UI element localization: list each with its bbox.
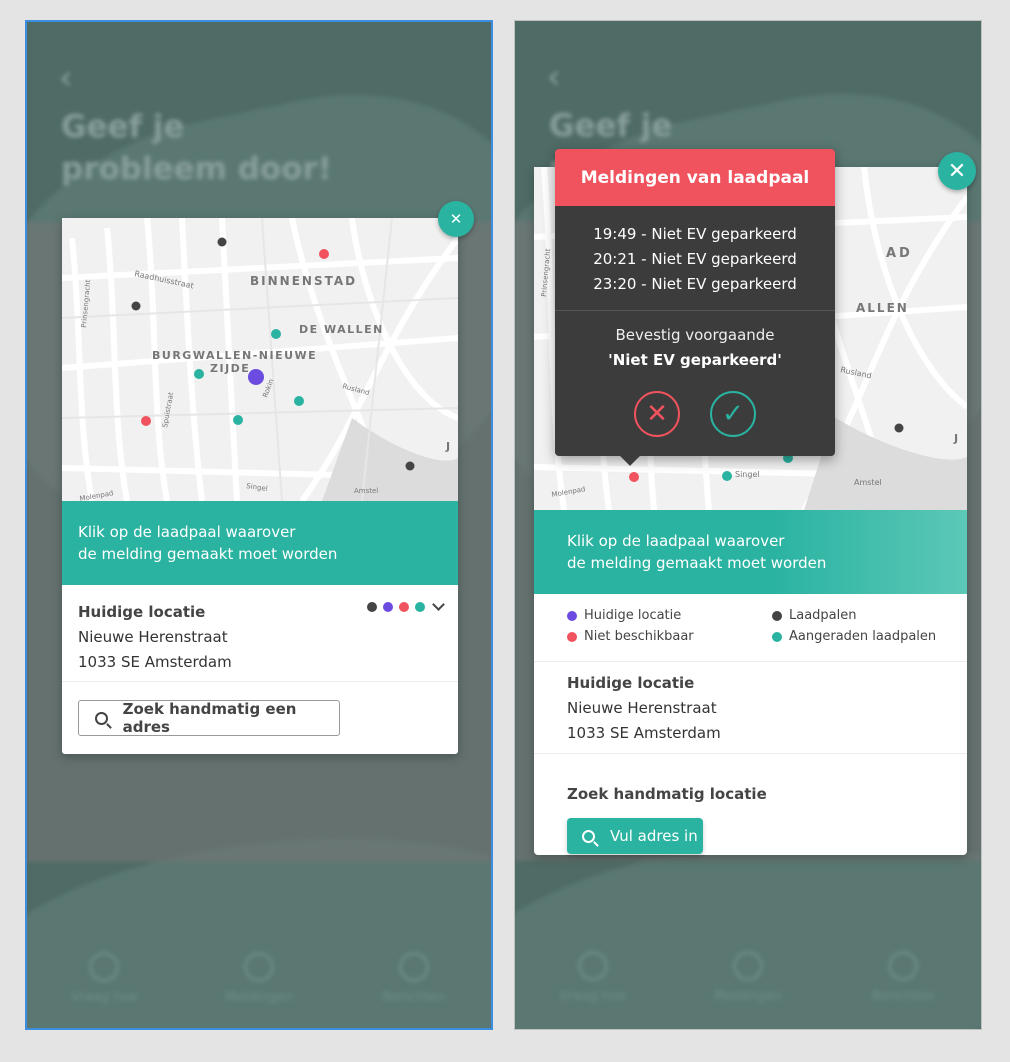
map-label: ALLEN bbox=[856, 301, 909, 315]
legend-dot bbox=[367, 602, 377, 612]
check-icon: ✓ bbox=[722, 399, 744, 429]
map-label: AD bbox=[886, 246, 913, 261]
recommended-marker bbox=[194, 369, 204, 379]
nav-icon bbox=[243, 952, 274, 982]
close-icon: ✕ bbox=[947, 158, 967, 184]
confirm-actions: ✕ ✓ bbox=[555, 391, 835, 437]
unavailable-marker bbox=[629, 472, 639, 482]
legend-item: Niet beschikbaar bbox=[567, 629, 772, 644]
nav-icon bbox=[888, 951, 919, 981]
location-card: BINNENSTAD DE WALLEN BURGWALLEN-NIEUWE Z… bbox=[62, 218, 458, 754]
legend-dot bbox=[399, 602, 409, 612]
legend-item: Aangeraden laadpalen bbox=[772, 629, 947, 644]
nav-icon bbox=[732, 951, 763, 981]
legend-dot bbox=[772, 610, 782, 621]
svg-text:Singel: Singel bbox=[735, 470, 760, 479]
legend-dot bbox=[567, 631, 577, 642]
recommended-marker bbox=[233, 415, 243, 425]
nav-icon bbox=[577, 951, 608, 981]
manual-search-title: Zoek handmatig locatie bbox=[567, 785, 767, 803]
legend-item: Huidige locatie bbox=[567, 608, 772, 623]
current-location: Huidige locatie Nieuwe Herenstraat 1033 … bbox=[567, 674, 721, 742]
bottom-nav: Vraag hoe Meldingen Berichten bbox=[27, 952, 491, 1005]
reject-button[interactable]: ✕ bbox=[634, 391, 680, 437]
page-title: Geef je probleem door! bbox=[61, 109, 332, 187]
nav-item: Vraag hoe bbox=[59, 952, 149, 1005]
popup-title: Meldingen van laadpaal bbox=[555, 149, 835, 206]
charger-marker bbox=[894, 423, 904, 433]
recommended-marker bbox=[294, 396, 304, 406]
svg-text:J: J bbox=[953, 432, 958, 445]
screen-left: ‹ Geef je probleem door! Vraag hoe Meldi… bbox=[25, 20, 493, 1030]
map-label: BINNENSTAD bbox=[250, 274, 357, 288]
nav-item: Berichten bbox=[369, 952, 459, 1005]
divider bbox=[534, 661, 967, 662]
nav-icon bbox=[89, 952, 120, 982]
charger-marker bbox=[217, 237, 227, 247]
search-address-button[interactable]: Zoek handmatig een adres bbox=[78, 700, 340, 736]
divider bbox=[555, 310, 835, 311]
legend-toggle[interactable] bbox=[367, 598, 445, 612]
back-icon: ‹ bbox=[59, 58, 73, 98]
legend-item: Laadpalen bbox=[772, 608, 947, 623]
svg-text:Amstel: Amstel bbox=[854, 478, 882, 487]
charger-notifications-popup: Meldingen van laadpaal 19:49 - Niet EV g… bbox=[555, 149, 835, 466]
back-icon: ‹ bbox=[547, 57, 561, 97]
map-legend: Huidige locatie Laadpalen Niet beschikba… bbox=[567, 608, 947, 644]
legend-dot bbox=[772, 631, 782, 642]
map[interactable]: BINNENSTAD DE WALLEN BURGWALLEN-NIEUWE Z… bbox=[62, 218, 458, 501]
search-icon bbox=[95, 711, 108, 725]
nav-item: Berichten bbox=[858, 951, 948, 1004]
map-label: ZIJDE bbox=[210, 362, 250, 375]
legend-dot bbox=[383, 602, 393, 612]
search-icon bbox=[582, 829, 595, 843]
legend-dot bbox=[415, 602, 425, 612]
nav-item: Meldingen bbox=[214, 952, 304, 1005]
nav-icon bbox=[398, 952, 429, 982]
instruction-banner: Klik op de laadpaal waarover de melding … bbox=[62, 501, 458, 585]
notification-entry: 23:20 - Niet EV geparkeerd bbox=[593, 275, 797, 293]
instruction-banner: Klik op de laadpaal waarover de melding … bbox=[534, 510, 967, 594]
notification-list: 19:49 - Niet EV geparkeerd 20:21 - Niet … bbox=[555, 206, 835, 297]
notification-entry: 19:49 - Niet EV geparkeerd bbox=[593, 225, 797, 243]
close-icon: ✕ bbox=[646, 399, 668, 429]
close-button[interactable]: ✕ bbox=[938, 152, 976, 190]
close-icon: ✕ bbox=[449, 210, 463, 228]
recommended-marker bbox=[271, 329, 281, 339]
divider bbox=[534, 753, 967, 754]
map-label: BURGWALLEN-NIEUWE bbox=[152, 349, 317, 362]
nav-item: Meldingen bbox=[703, 951, 793, 1004]
legend-dot bbox=[567, 610, 577, 621]
nav-item: Vraag hoe bbox=[548, 951, 638, 1004]
charger-marker bbox=[131, 301, 141, 311]
close-button[interactable]: ✕ bbox=[438, 201, 474, 237]
unavailable-marker bbox=[319, 249, 329, 259]
unavailable-marker bbox=[141, 416, 151, 426]
current-location: Huidige locatie Nieuwe Herenstraat 1033 … bbox=[78, 603, 232, 671]
confirm-button[interactable]: ✓ bbox=[710, 391, 756, 437]
recommended-marker bbox=[722, 471, 732, 481]
charger-marker bbox=[405, 461, 415, 471]
fill-address-button[interactable]: Vul adres in bbox=[567, 818, 703, 854]
confirm-text: Bevestig voorgaande 'Niet EV geparkeerd' bbox=[608, 326, 782, 369]
screen-right: ‹ Geef je probleem door! Vraag hoe Meldi… bbox=[514, 20, 982, 1030]
bottom-nav: Vraag hoe Meldingen Berichten bbox=[515, 951, 981, 1004]
current-location-marker bbox=[248, 369, 264, 385]
chevron-down-icon[interactable] bbox=[432, 598, 445, 611]
svg-text:Amstel: Amstel bbox=[354, 487, 378, 495]
divider bbox=[62, 681, 458, 682]
svg-text:J: J bbox=[445, 440, 450, 453]
map-label: DE WALLEN bbox=[299, 323, 384, 336]
notification-entry: 20:21 - Niet EV geparkeerd bbox=[593, 250, 797, 268]
